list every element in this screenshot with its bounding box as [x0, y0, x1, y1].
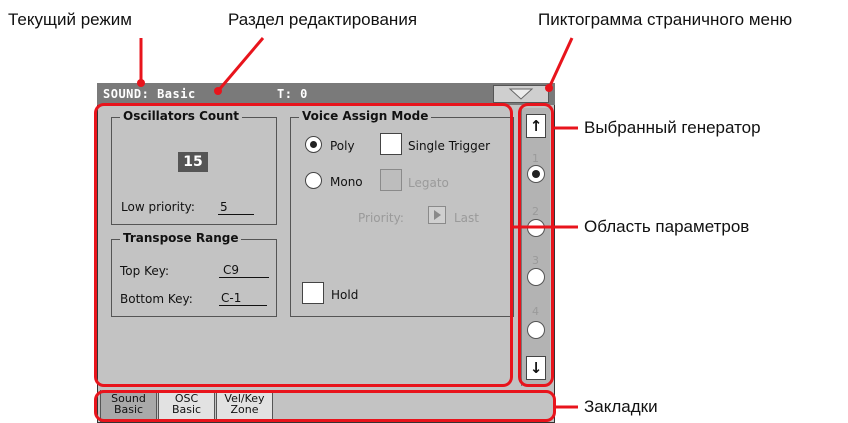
leader-dot-current-mode: [137, 79, 145, 87]
leader-dot-page-menu: [545, 84, 553, 92]
callout-leader-lines: [137, 37, 578, 409]
leader-dot-edit-section: [214, 87, 222, 95]
leader-line-page-menu: [547, 37, 574, 89]
leader-line-edit-section: [216, 37, 265, 92]
